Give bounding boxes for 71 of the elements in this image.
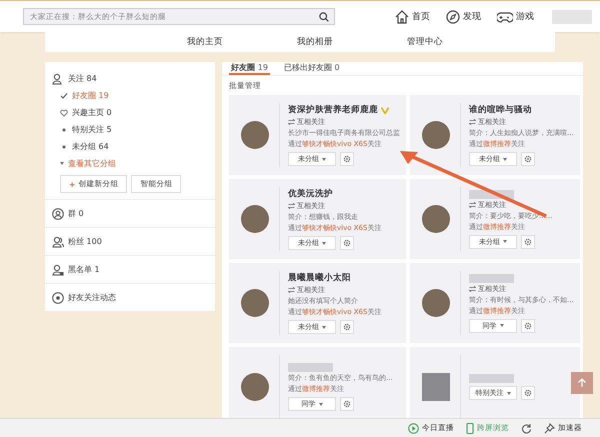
caret-icon [322,242,326,244]
follow-label[interactable]: 关注 84 [68,73,97,84]
group-icon [52,208,64,220]
bullet-icon [60,126,68,134]
caret-icon [503,240,507,243]
settings-icon[interactable] [340,236,354,250]
avatar-photo-placeholder[interactable] [422,121,450,149]
bullet-icon [60,142,68,150]
caret-icon [500,324,504,327]
check-icon [60,92,68,100]
swap-arrows-icon [469,119,476,125]
swap-arrows-icon [288,203,295,209]
friend-name[interactable]: 谁的喧哗与骚动 [469,104,532,116]
tab[interactable]: 已移出好友圈 0 [282,62,342,75]
subnav-link[interactable]: 管理中心 [407,36,443,48]
sidebar-item[interactable]: 黑名单 1 [68,264,100,275]
people-icon [52,236,64,248]
gamepad-icon [497,10,513,24]
settings-icon[interactable] [521,318,535,332]
avatar-photo-placeholder[interactable] [241,121,269,149]
swap-arrows-icon [288,119,295,125]
settings-icon[interactable] [340,152,354,166]
group-item[interactable]: 兴趣主页 0 [72,107,112,118]
up-arrow-icon [577,378,587,388]
compass-icon [446,10,460,24]
home-icon [395,10,409,24]
caret-icon [322,326,326,328]
swap-arrows-icon [469,202,476,208]
nav-link[interactable]: 首页 [395,10,430,24]
settings-icon[interactable] [340,320,354,334]
tab[interactable]: 好友圈 19 [229,62,270,75]
settings-icon[interactable] [521,234,535,248]
settings-icon[interactable] [521,152,535,166]
sidebar-item[interactable]: 群 0 [68,208,84,219]
avatar-photo-placeholder[interactable] [241,205,269,233]
sidebar-item[interactable]: 好友关注动态 [68,292,116,303]
subnav-link[interactable]: 我的相册 [297,36,333,48]
search-icon[interactable] [319,12,329,22]
pin-icon [544,422,555,434]
heart-icon [60,108,68,116]
refresh-icon[interactable] [521,422,532,434]
avatar-photo-placeholder[interactable] [422,205,450,233]
radio-circle-icon [52,292,64,304]
person-icon [52,72,64,84]
friend-name[interactable]: 伉美沅洗护 [288,188,333,200]
nav-link[interactable]: 发现 [446,10,481,24]
person-lock-icon [52,264,64,276]
group-item[interactable]: 特别关注 5 [72,124,112,135]
friend-name[interactable]: 晨曦晨曦小太阳 [288,272,351,284]
caret-icon [503,158,507,160]
nav-link[interactable]: 游戏 [497,10,534,24]
swap-arrows-icon [469,286,476,292]
avatar-photo-placeholder[interactable] [241,373,269,401]
blurred-name [288,363,333,372]
phone-icon [466,422,474,434]
play-icon [408,422,419,434]
sidebar-item[interactable]: 粉丝 100 [68,236,102,247]
avatar-photo-placeholder[interactable] [241,289,269,317]
caret-icon [318,402,322,406]
settings-icon[interactable] [340,397,354,411]
friend-name[interactable]: 资深护肤营养老师鹿鹿 [288,104,378,116]
subnav-link[interactable]: 我的主页 [187,36,223,48]
caret-icon [322,158,326,160]
settings-icon[interactable] [521,386,535,400]
caret-icon [60,162,64,165]
caret-icon [506,392,510,394]
avatar-photo-placeholder[interactable] [422,289,450,317]
swap-arrows-icon [288,287,295,293]
blurred-name [469,274,514,282]
blurred-name [469,374,514,383]
group-item[interactable]: 未分组 64 [72,141,109,152]
